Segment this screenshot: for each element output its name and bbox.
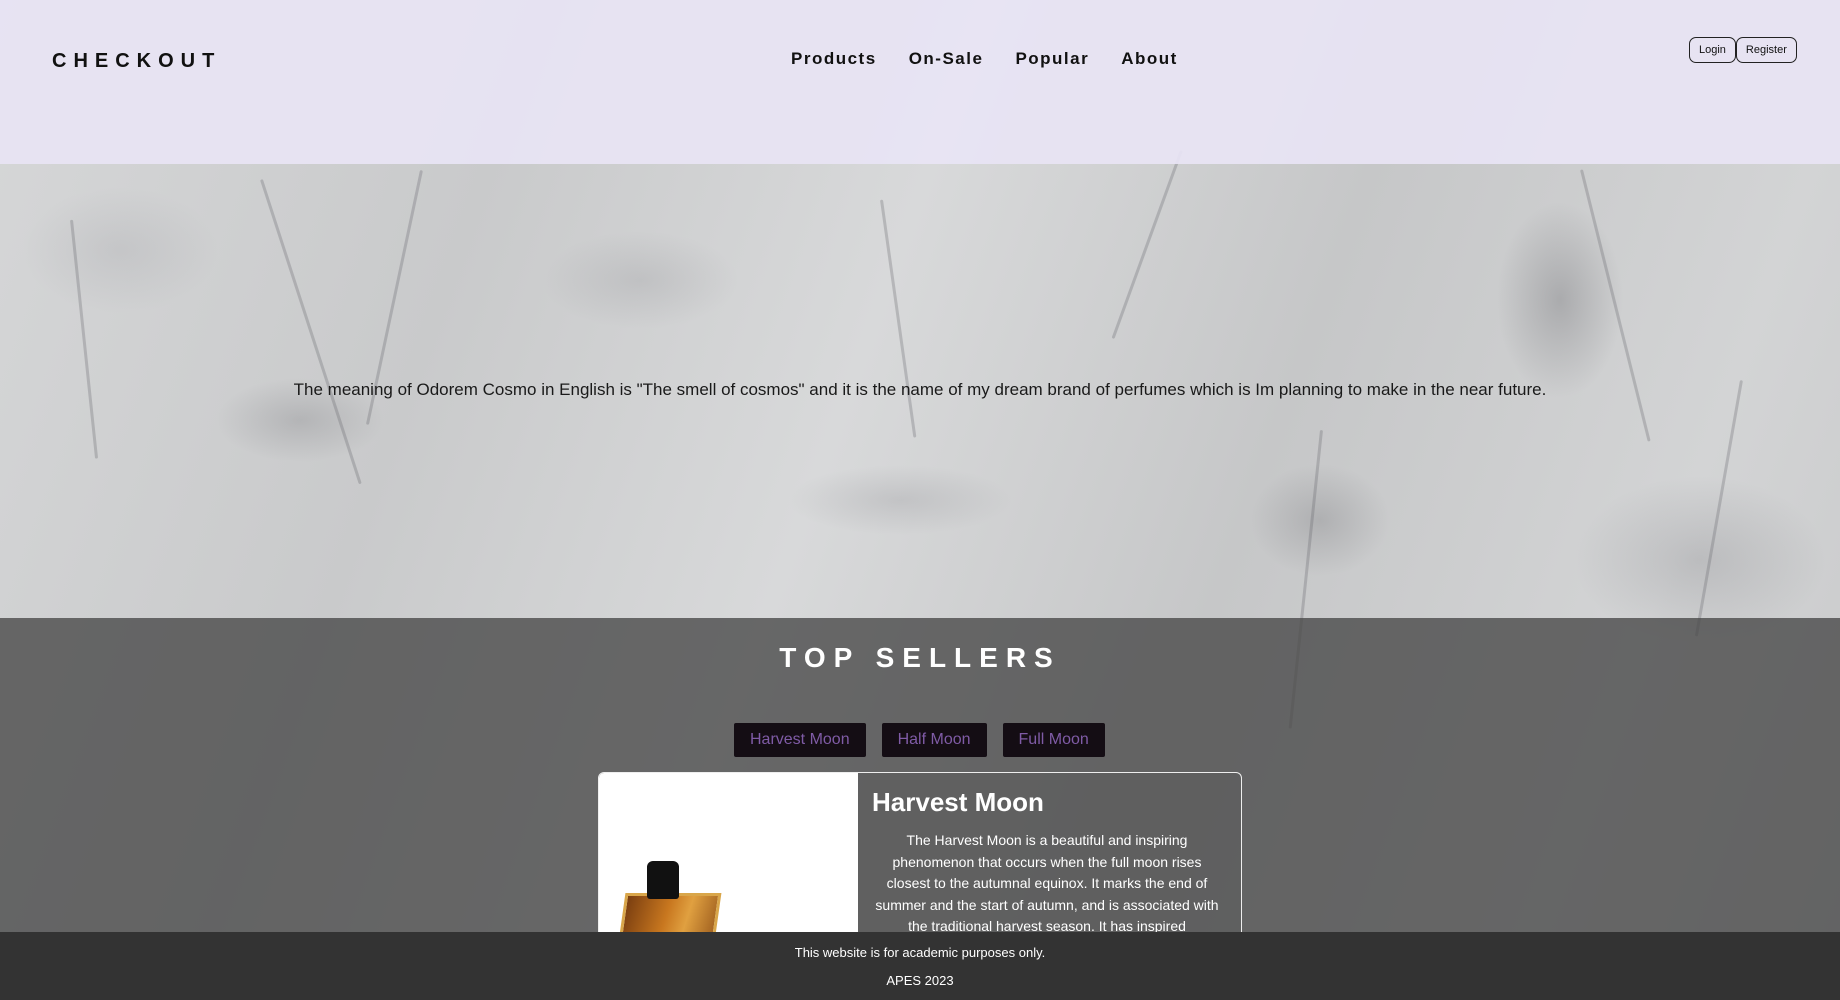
nav-about[interactable]: About [1121, 49, 1178, 69]
register-button[interactable]: Register [1735, 37, 1797, 63]
top-sellers-title: TOP SELLERS [779, 642, 1061, 673]
product-description: The Harvest Moon is a beautiful and insp… [875, 832, 1219, 935]
login-button[interactable]: Login [1689, 37, 1736, 63]
product-title: Harvest Moon [872, 787, 1044, 817]
tab-harvest-moon[interactable]: Harvest Moon [734, 723, 866, 757]
auth-buttons: Login Register [1689, 37, 1797, 63]
site-header: CHECKOUT Products On-Sale Popular About … [0, 0, 1840, 164]
main-nav: Products On-Sale Popular About [791, 49, 1178, 69]
bottle-cap [647, 861, 679, 899]
nav-popular[interactable]: Popular [1015, 49, 1089, 69]
tab-half-moon[interactable]: Half Moon [881, 723, 987, 757]
footer-copyright: APES 2023 [886, 973, 954, 988]
nav-on-sale[interactable]: On-Sale [909, 49, 984, 69]
footer-disclaimer: This website is for academic purposes on… [794, 945, 1046, 960]
nav-products[interactable]: Products [791, 49, 877, 69]
product-tabs: Harvest Moon Half Moon Full Moon [734, 723, 1105, 757]
hero-description: The meaning of Odorem Cosmo in English i… [293, 380, 1547, 399]
tab-full-moon[interactable]: Full Moon [1002, 723, 1105, 757]
site-footer: This website is for academic purposes on… [0, 932, 1840, 1000]
brand-logo[interactable]: CHECKOUT [52, 50, 221, 73]
